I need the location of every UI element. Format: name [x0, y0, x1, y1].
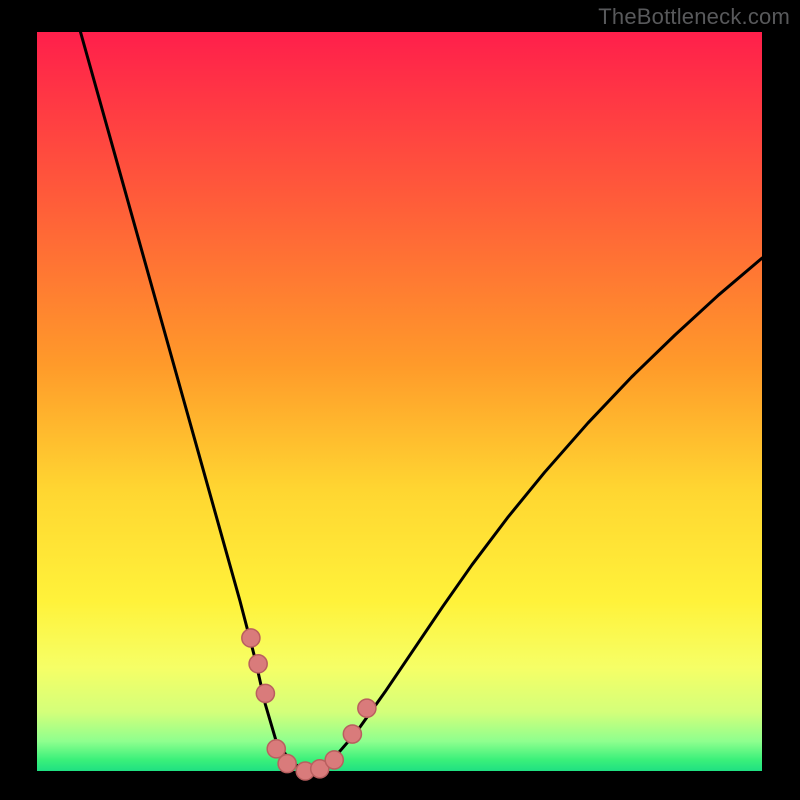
bottleneck-chart — [0, 0, 800, 800]
datapoint — [325, 751, 343, 769]
datapoint — [278, 755, 296, 773]
datapoint — [256, 684, 274, 702]
chart-stage: TheBottleneck.com — [0, 0, 800, 800]
datapoint — [249, 655, 267, 673]
watermark-text: TheBottleneck.com — [598, 4, 790, 30]
datapoint — [358, 699, 376, 717]
plot-background — [37, 32, 762, 771]
datapoint — [343, 725, 361, 743]
datapoint — [242, 629, 260, 647]
